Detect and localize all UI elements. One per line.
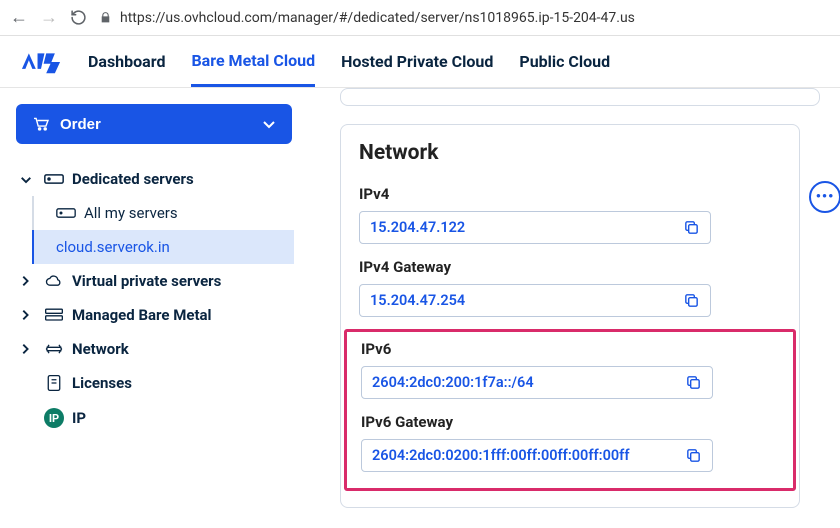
stack-icon [44, 307, 64, 323]
copy-icon[interactable] [685, 374, 702, 391]
nav-dashboard[interactable]: Dashboard [88, 38, 165, 85]
back-button[interactable]: ← [10, 7, 28, 28]
copy-icon[interactable] [683, 292, 700, 309]
ipv6gw-value-box: 2604:2dc0:0200:1fff:00ff:00ff:00ff:00ff [361, 439, 713, 472]
forward-button[interactable]: → [40, 7, 58, 28]
lock-icon [99, 11, 112, 24]
url-text: https://us.ovhcloud.com/manager/#/dedica… [120, 10, 635, 26]
sidebar: Order Dedicated servers All my servers c… [0, 88, 304, 528]
order-button[interactable]: Order [16, 104, 292, 144]
more-actions-button[interactable]: ••• [809, 181, 840, 213]
reload-button[interactable] [70, 9, 87, 26]
network-icon [44, 342, 64, 356]
ipv6gw-label: IPv6 Gateway [361, 413, 779, 431]
sidebar-item-dedicated-servers[interactable]: Dedicated servers [16, 162, 294, 196]
nav-public-cloud[interactable]: Public Cloud [519, 38, 610, 85]
sidebar-item-all-servers[interactable]: All my servers [34, 196, 294, 230]
ipv4gw-value-box: 15.204.47.254 [359, 284, 711, 317]
chevron-down-icon [262, 119, 276, 129]
server-icon [44, 172, 64, 186]
copy-icon[interactable] [683, 219, 700, 236]
license-icon [44, 374, 64, 392]
sidebar-item-label: All my servers [84, 204, 178, 222]
cloud-icon [44, 274, 64, 288]
sidebar-item-label: Dedicated servers [72, 170, 194, 188]
sidebar-item-label: Network [72, 340, 129, 358]
nav-bare-metal-cloud[interactable]: Bare Metal Cloud [191, 37, 315, 87]
ipv6-value-box: 2604:2dc0:200:1f7a::/64 [361, 366, 713, 399]
sidebar-item-label: IP [72, 409, 86, 427]
sidebar-item-label: Virtual private servers [72, 272, 221, 290]
sidebar-item-current-server[interactable]: cloud.serverok.in [32, 230, 294, 264]
ip-icon: IP [44, 408, 64, 428]
sidebar-item-licenses[interactable]: Licenses [16, 366, 294, 400]
sidebar-item-label: Managed Bare Metal [72, 306, 212, 324]
panel-title: Network [359, 141, 781, 165]
sidebar-item-ip[interactable]: IP IP [16, 400, 294, 436]
sidebar-item-vps[interactable]: Virtual private servers [16, 264, 294, 298]
chevron-right-icon [20, 343, 36, 355]
chevron-right-icon [20, 309, 36, 321]
network-panel: Network ••• IPv4 15.204.47.122 IPv4 Gate… [340, 124, 800, 508]
ipv6gw-value: 2604:2dc0:0200:1fff:00ff:00ff:00ff:00ff [372, 447, 629, 464]
ipv6-highlight: IPv6 2604:2dc0:200:1f7a::/64 IPv6 Gatewa… [344, 329, 796, 491]
ipv4-value: 15.204.47.122 [370, 219, 465, 236]
copy-icon[interactable] [685, 447, 702, 464]
logo[interactable] [20, 49, 62, 75]
ipv4gw-label: IPv4 Gateway [359, 258, 781, 276]
ipv4gw-value: 15.204.47.254 [370, 292, 465, 309]
sidebar-item-managed-bare-metal[interactable]: Managed Bare Metal [16, 298, 294, 332]
sidebar-item-label: cloud.serverok.in [56, 238, 170, 256]
ipv4-label: IPv4 [359, 185, 781, 203]
nav-hosted-private-cloud[interactable]: Hosted Private Cloud [341, 38, 493, 85]
sidebar-item-network[interactable]: Network [16, 332, 294, 366]
ipv6-value: 2604:2dc0:200:1f7a::/64 [372, 374, 534, 391]
chevron-right-icon [20, 275, 36, 287]
server-icon [56, 206, 76, 220]
main-content: Network ••• IPv4 15.204.47.122 IPv4 Gate… [304, 88, 840, 528]
browser-toolbar: ← → https://us.ovhcloud.com/manager/#/de… [0, 0, 840, 36]
ipv6-label: IPv6 [361, 340, 779, 358]
top-navigation: Dashboard Bare Metal Cloud Hosted Privat… [0, 36, 840, 88]
card-placeholder [340, 88, 820, 106]
address-bar[interactable]: https://us.ovhcloud.com/manager/#/dedica… [99, 10, 830, 26]
order-label: Order [60, 116, 101, 133]
sidebar-item-label: Licenses [72, 374, 132, 392]
chevron-down-icon [20, 175, 36, 184]
cart-icon [32, 117, 50, 131]
ipv4-value-box: 15.204.47.122 [359, 211, 711, 244]
